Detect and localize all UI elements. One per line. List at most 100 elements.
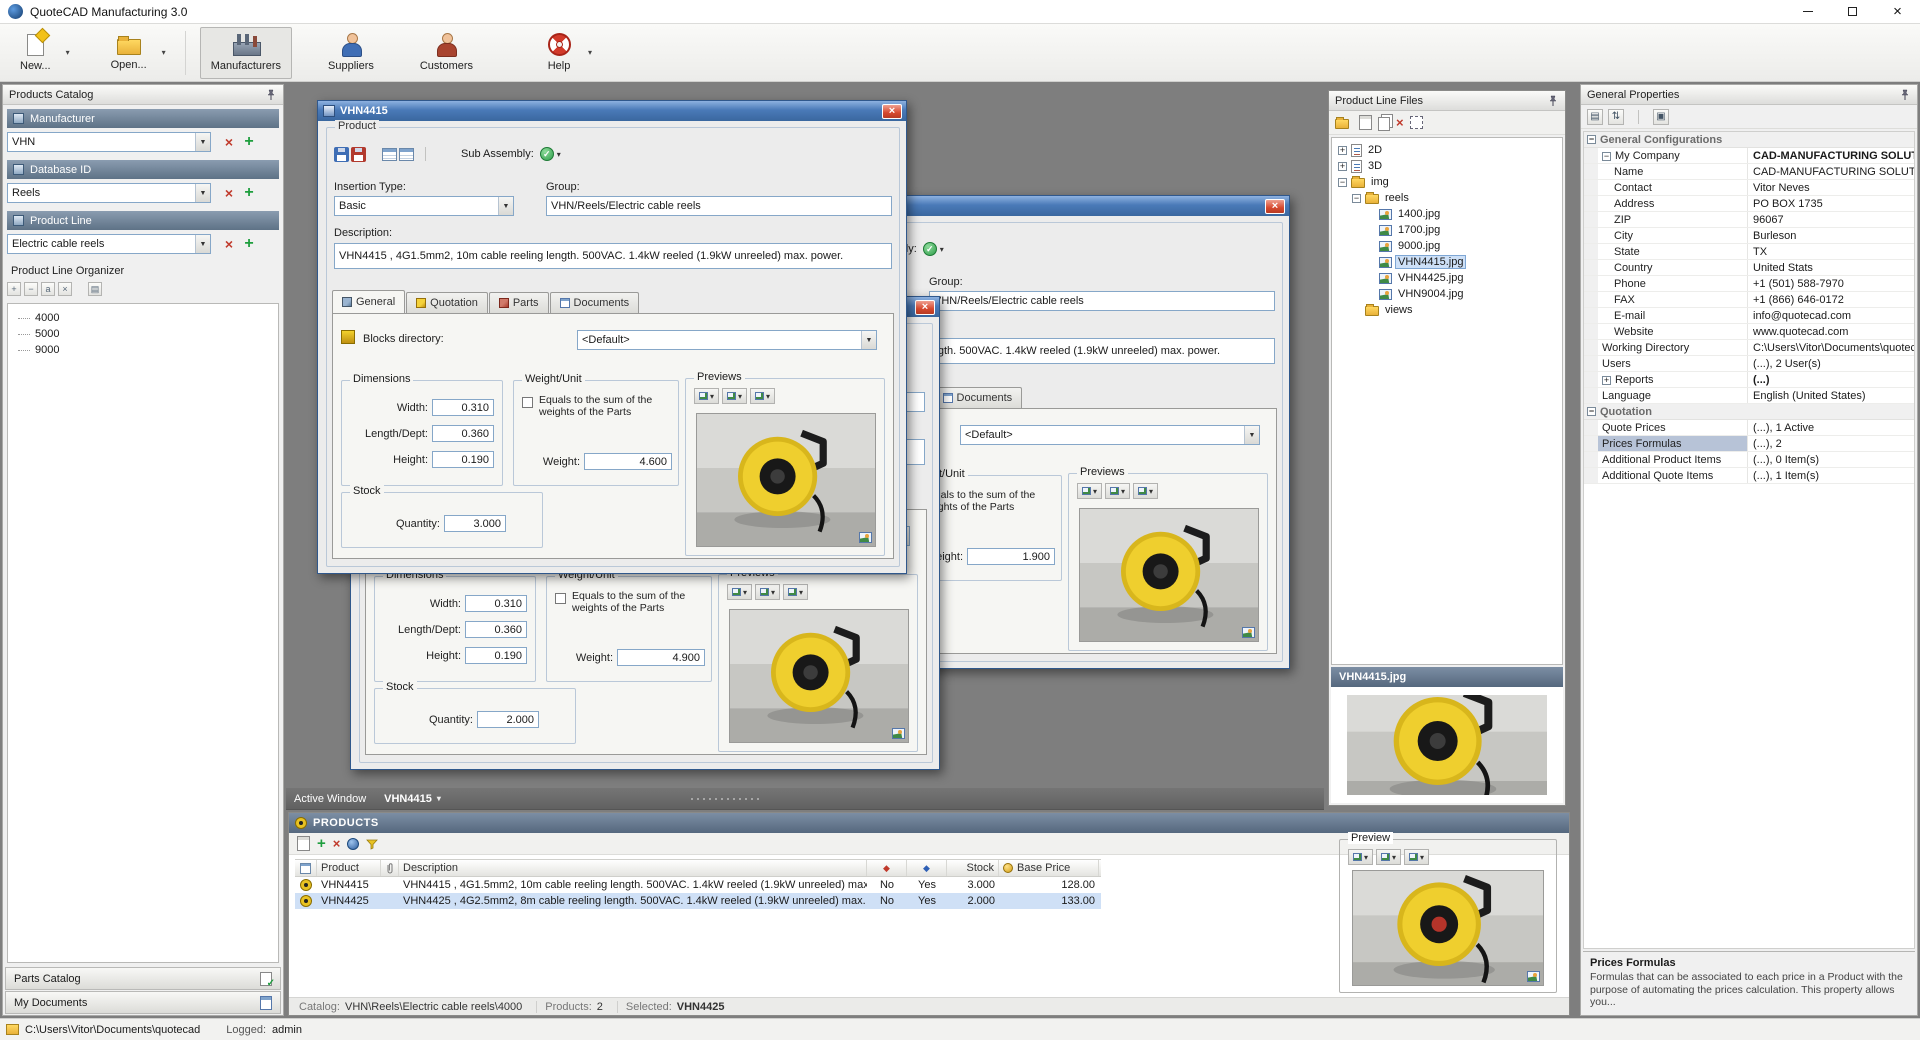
length-field[interactable]: 0.360	[432, 425, 494, 442]
manufacturers-button[interactable]: Manufacturers	[200, 27, 292, 79]
pin-icon[interactable]	[1547, 95, 1559, 107]
suppliers-button[interactable]: Suppliers	[318, 27, 384, 79]
image-icon[interactable]	[892, 728, 905, 739]
tree-item[interactable]: VHN4425.jpg	[1334, 270, 1560, 286]
weight-sum-checkbox[interactable]	[555, 593, 566, 604]
property-category[interactable]: −Quotation	[1584, 404, 1914, 420]
chevron-down-icon[interactable]: ▼	[861, 331, 876, 349]
add-manufacturer-button[interactable]: +	[239, 133, 259, 151]
organizer-item[interactable]: 5000	[12, 326, 274, 342]
parts-catalog-bar[interactable]: Parts Catalog	[5, 967, 281, 990]
chevron-down-icon[interactable]: ▼	[195, 184, 210, 202]
blocks-directory-select[interactable]: <Default> ▼	[960, 425, 1260, 445]
image-tool-button[interactable]: ▾	[1105, 483, 1130, 499]
property-row[interactable]: ContactVitor Neves	[1584, 180, 1914, 196]
splitter-grip[interactable]	[689, 797, 759, 801]
width-field[interactable]: 0.310	[432, 399, 494, 416]
product-column-header[interactable]: Product	[317, 860, 381, 876]
weight-field[interactable]: 1.900	[967, 548, 1055, 565]
pin-icon[interactable]	[265, 89, 277, 101]
sub-assembly-check-icon[interactable]: ✓	[540, 147, 554, 161]
tree-expander-icon[interactable]: +	[1338, 162, 1347, 171]
delete-product-icon[interactable]: ×	[333, 836, 341, 851]
help-button[interactable]: Help	[535, 27, 583, 79]
new-folder-icon[interactable]	[1335, 119, 1349, 129]
property-category[interactable]: −General Configurations	[1584, 132, 1914, 148]
tree-item[interactable]: 1700.jpg	[1334, 222, 1560, 238]
open-dropdown-icon[interactable]: ▾	[157, 48, 171, 57]
description-field[interactable]: VHN4415 , 4G1.5mm2, 10m cable reeling le…	[334, 243, 892, 269]
pin-icon[interactable]	[1899, 89, 1911, 101]
tree-item[interactable]: +3D	[1334, 158, 1560, 174]
tree-item[interactable]: views	[1334, 302, 1560, 318]
close-button[interactable]: ×	[1875, 0, 1920, 23]
property-row[interactable]: FAX+1 (866) 646-0172	[1584, 292, 1914, 308]
property-row[interactable]: Websitewww.quotecad.com	[1584, 324, 1914, 340]
manufacturer-select[interactable]: VHN ▼	[7, 132, 211, 152]
image-tool-button[interactable]: ▾	[783, 584, 808, 600]
copy-icon[interactable]	[1378, 117, 1390, 131]
tree-expander-icon[interactable]: −	[1587, 135, 1596, 144]
organizer-grid-icon[interactable]: ▤	[88, 282, 102, 296]
help-dropdown-icon[interactable]: ▾	[583, 48, 597, 57]
tab-general[interactable]: General	[332, 290, 405, 313]
tree-item[interactable]: 1400.jpg	[1334, 206, 1560, 222]
close-button[interactable]: ×	[882, 104, 902, 119]
tree-expander-icon[interactable]: +	[1602, 376, 1611, 385]
group-field[interactable]: VHN/Reels/Electric cable reels	[546, 196, 892, 216]
property-row[interactable]: LanguageEnglish (United States)	[1584, 388, 1914, 404]
weight-field[interactable]: 4.900	[617, 649, 705, 666]
tree-expander-icon[interactable]: −	[1352, 194, 1361, 203]
property-row[interactable]: Working DirectoryC:\Users\Vitor\Document…	[1584, 340, 1914, 356]
image-tool-button[interactable]: ▾	[1077, 483, 1102, 499]
table-view-icon[interactable]	[382, 148, 397, 161]
property-row[interactable]: Quote Prices(...), 1 Active	[1584, 420, 1914, 436]
dialog-titlebar[interactable]: VHN4415 ×	[318, 101, 906, 121]
tree-item[interactable]: 9000.jpg	[1334, 238, 1560, 254]
image-tool-button[interactable]: ▾	[694, 388, 719, 404]
tab-documents[interactable]: Documents	[550, 292, 640, 313]
alphabetical-sort-icon[interactable]: ⇅	[1608, 109, 1624, 125]
delete-manufacturer-button[interactable]: ×	[219, 134, 239, 150]
property-row[interactable]: CountryUnited Stats	[1584, 260, 1914, 276]
tree-item[interactable]: VHN9004.jpg	[1334, 286, 1560, 302]
length-field[interactable]: 0.360	[465, 621, 527, 638]
new-button[interactable]: New...	[10, 27, 61, 79]
product-row[interactable]: VHN4415VHN4415 , 4G1.5mm2, 10m cable ree…	[295, 877, 1101, 893]
weight-field[interactable]: 4.600	[584, 453, 672, 470]
tab-parts[interactable]: Parts	[489, 292, 549, 313]
image-tool-button[interactable]: ▾	[1376, 849, 1401, 865]
my-documents-bar[interactable]: My Documents	[5, 991, 281, 1014]
quantity-field[interactable]: 3.000	[444, 515, 506, 532]
organizer-remove-icon[interactable]: −	[24, 282, 38, 296]
tree-expander-icon[interactable]: −	[1338, 178, 1347, 187]
chevron-down-icon[interactable]: ▼	[195, 133, 210, 151]
property-row[interactable]: CityBurleson	[1584, 228, 1914, 244]
customers-button[interactable]: Customers	[410, 27, 483, 79]
add-product-line-button[interactable]: +	[239, 235, 259, 253]
columns-view-icon[interactable]	[399, 148, 414, 161]
property-row[interactable]: ZIP96067	[1584, 212, 1914, 228]
property-page-icon[interactable]: ▣	[1653, 109, 1669, 125]
price-column-header[interactable]: Base Price	[1017, 862, 1070, 874]
property-row[interactable]: Prices Formulas(...), 2	[1584, 436, 1914, 452]
chevron-down-icon[interactable]: ▾	[940, 245, 944, 254]
weight-sum-checkbox[interactable]	[522, 397, 533, 408]
organizer-add-icon[interactable]: +	[7, 282, 21, 296]
new-product-icon[interactable]	[297, 836, 310, 851]
image-icon[interactable]	[1527, 971, 1540, 982]
image-tool-button[interactable]: ▾	[1133, 483, 1158, 499]
property-row[interactable]: Additional Product Items(...), 0 Item(s)	[1584, 452, 1914, 468]
height-field[interactable]: 0.190	[432, 451, 494, 468]
tree-item[interactable]: −reels	[1334, 190, 1560, 206]
open-button[interactable]: Open...	[101, 27, 157, 79]
organizer-item[interactable]: 4000	[12, 310, 274, 326]
categorized-view-icon[interactable]: ▤	[1587, 109, 1603, 125]
preview-box-icon[interactable]	[1410, 116, 1423, 129]
image-tool-button[interactable]: ▾	[727, 584, 752, 600]
product-line-select[interactable]: Electric cable reels ▼	[7, 234, 211, 254]
database-select[interactable]: Reels ▼	[7, 183, 211, 203]
delete-file-icon[interactable]: ×	[1396, 115, 1404, 130]
group-field[interactable]: VHN/Reels/Electric cable reels	[929, 291, 1275, 311]
image-tool-button[interactable]: ▾	[1348, 849, 1373, 865]
